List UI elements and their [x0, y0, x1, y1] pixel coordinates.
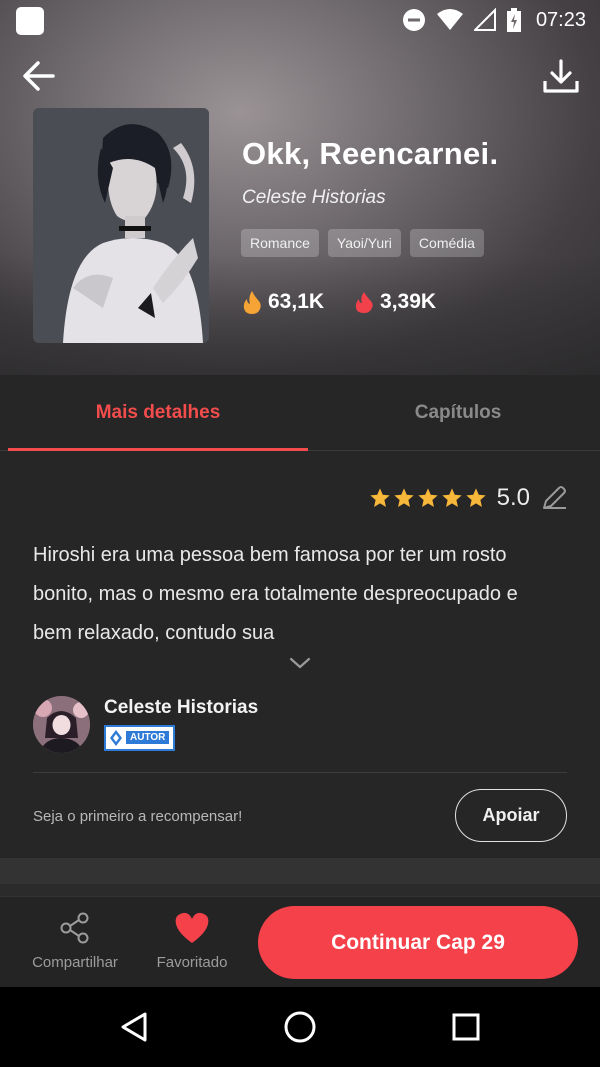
synopsis-text: Hiroshi era uma pessoa bem famosa por te…	[33, 544, 518, 644]
square-recents-icon	[452, 1013, 480, 1041]
star-icon	[442, 488, 462, 507]
book-title: Okk, Reencarnei.	[242, 136, 499, 171]
share-icon	[60, 912, 89, 944]
status-bar: 07:23	[0, 0, 600, 40]
book-author[interactable]: Celeste Historias	[242, 187, 386, 209]
nav-home-button[interactable]	[282, 1009, 318, 1045]
star-icon	[394, 488, 414, 507]
author-avatar[interactable]	[33, 695, 90, 753]
star-icon	[418, 488, 438, 507]
tab-bar: Mais detalhes Capítulos	[0, 375, 600, 451]
star-icon	[370, 488, 390, 507]
favorite-label: Favoritado	[156, 954, 228, 971]
book-stats: 63,1K 3,39K	[242, 290, 436, 314]
cover-illustration	[33, 108, 209, 343]
expand-synopsis-button[interactable]	[288, 656, 312, 675]
rating-value: 5.0	[496, 484, 530, 511]
section-separator	[0, 884, 600, 896]
arrow-left-icon	[23, 61, 55, 91]
views-count: 63,1K	[268, 290, 325, 313]
clock: 07:23	[535, 8, 586, 31]
app-notification-icon	[16, 7, 44, 35]
share-button[interactable]: Compartilhar	[25, 911, 125, 971]
nav-back-button[interactable]	[116, 1009, 152, 1045]
details-panel: 5.0 Hiroshi era uma pessoa bem famosa po…	[0, 452, 600, 858]
author-info: Celeste Historias AUTOR	[104, 697, 258, 752]
rating: 5.0	[369, 484, 568, 512]
wifi-icon	[436, 9, 463, 30]
system-nav-bar	[0, 987, 600, 1067]
support-button[interactable]: Apoiar	[455, 789, 567, 842]
reward-text: Seja o primeiro a recompensar!	[33, 808, 243, 825]
signal-icon	[473, 8, 496, 31]
divider	[33, 772, 567, 773]
tag-comedia[interactable]: Comédia	[409, 229, 484, 257]
book-header: 07:23 Okk, Reencarnei. Celeste Historias…	[0, 0, 600, 375]
pencil-icon[interactable]	[540, 484, 568, 512]
heart-icon	[175, 912, 209, 943]
author-name[interactable]: Celeste Historias	[104, 697, 258, 719]
views-stat: 63,1K	[242, 290, 324, 314]
author-badge: AUTOR	[104, 724, 176, 751]
likes-stat: 3,39K	[354, 290, 436, 314]
tab-mais-detalhes[interactable]: Mais detalhes	[8, 375, 308, 451]
battery-icon	[506, 8, 521, 32]
download-icon	[543, 59, 579, 93]
tag-yaoi-yuri[interactable]: Yaoi/Yuri	[327, 229, 401, 257]
back-button[interactable]	[18, 55, 60, 97]
star-icon	[466, 488, 486, 507]
author-row[interactable]: Celeste Historias AUTOR	[33, 694, 258, 754]
chevron-down-icon	[289, 657, 311, 669]
genre-tags: Romance Yaoi/Yuri Comédia	[241, 229, 484, 257]
favorite-button[interactable]: Favoritado	[150, 911, 234, 971]
likes-count: 3,39K	[380, 290, 437, 313]
author-badge-label: AUTOR	[126, 731, 170, 744]
book-cover[interactable]	[33, 108, 209, 343]
continue-reading-button[interactable]: Continuar Cap 29	[258, 906, 578, 979]
nav-recents-button[interactable]	[448, 1009, 484, 1045]
diamond-icon	[110, 729, 122, 746]
download-button[interactable]	[540, 55, 582, 97]
red-fire-icon	[355, 292, 373, 313]
status-icons: 07:23	[402, 6, 586, 34]
avatar-image	[33, 695, 90, 753]
do-not-disturb-icon	[402, 9, 425, 31]
fire-icon	[243, 291, 261, 314]
section-separator	[0, 858, 600, 884]
triangle-back-icon	[121, 1012, 147, 1042]
circle-home-icon	[284, 1011, 316, 1043]
action-bar: Compartilhar Favoritado Continuar Cap 29	[0, 896, 600, 987]
tag-romance[interactable]: Romance	[241, 229, 319, 257]
tab-capitulos[interactable]: Capítulos	[308, 375, 600, 451]
share-label: Compartilhar	[32, 954, 118, 971]
